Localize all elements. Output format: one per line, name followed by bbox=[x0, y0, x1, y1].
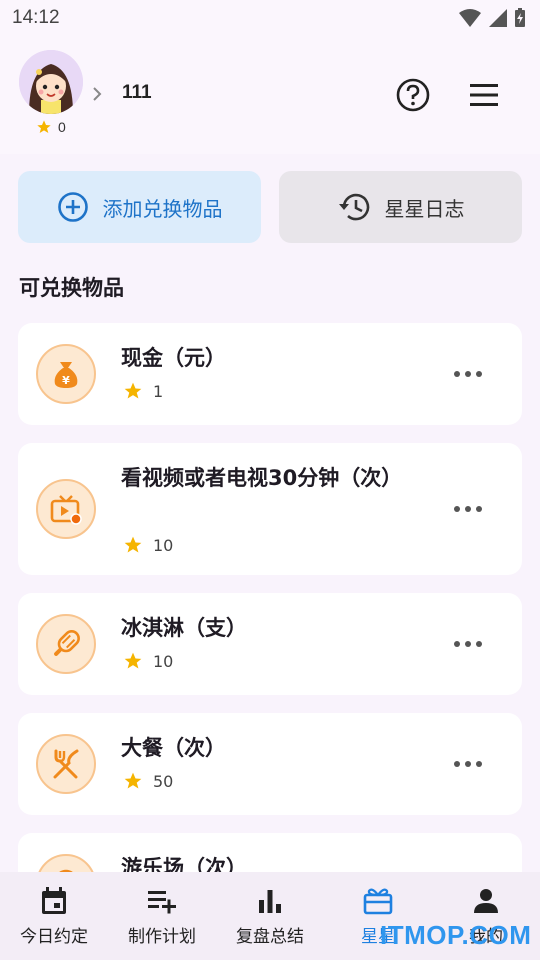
star-log-button[interactable]: 星星日志 bbox=[279, 171, 522, 243]
star-log-label: 星星日志 bbox=[384, 196, 465, 221]
wifi-icon bbox=[459, 9, 481, 27]
nav-plan[interactable]: 制作计划 bbox=[108, 872, 216, 960]
reward-card[interactable]: 大餐（次） 50 bbox=[18, 713, 522, 815]
more-options-icon[interactable] bbox=[454, 760, 482, 768]
star-icon bbox=[124, 536, 142, 553]
battery-icon bbox=[515, 8, 525, 27]
user-name[interactable]: 111 bbox=[122, 82, 152, 104]
star-count: 0 bbox=[36, 119, 66, 135]
header: 111 0 bbox=[0, 36, 540, 154]
card-stars: 50 bbox=[123, 771, 173, 791]
status-icons bbox=[458, 8, 526, 28]
card-stars: 10 bbox=[123, 535, 173, 555]
avatar[interactable] bbox=[19, 50, 83, 114]
reward-card[interactable]: 冰淇淋（支） 10 bbox=[18, 593, 522, 695]
playlist-add-icon bbox=[148, 891, 176, 914]
card-star-value: 10 bbox=[153, 535, 174, 555]
card-stars: 10 bbox=[123, 651, 173, 671]
money-bag-icon: ¥ bbox=[54, 362, 78, 388]
card-icon-wrap bbox=[36, 854, 96, 872]
tv-icon bbox=[50, 495, 82, 525]
nav-label: 今日约定 bbox=[20, 927, 88, 947]
card-star-value: 1 bbox=[153, 381, 164, 401]
card-title: 大餐（次） bbox=[121, 736, 226, 760]
star-icon bbox=[124, 382, 142, 399]
nav-label: 制作计划 bbox=[128, 927, 196, 947]
add-item-label: 添加兑换物品 bbox=[102, 196, 223, 221]
chevron-right-icon[interactable] bbox=[90, 84, 104, 104]
status-time: 14:12 bbox=[12, 7, 60, 28]
calendar-icon bbox=[42, 887, 66, 914]
card-icon-wrap bbox=[36, 614, 96, 674]
avatar-girl-icon bbox=[19, 50, 83, 114]
more-options-icon[interactable] bbox=[454, 505, 482, 513]
reward-card[interactable]: 看视频或者电视30分钟（次） 10 bbox=[18, 443, 522, 575]
ice-cream-icon bbox=[54, 630, 80, 656]
nav-label: 复盘总结 bbox=[236, 927, 304, 947]
card-star-value: 10 bbox=[153, 651, 174, 671]
nav-today[interactable]: 今日约定 bbox=[0, 872, 108, 960]
more-options-icon[interactable] bbox=[454, 640, 482, 648]
person-icon bbox=[474, 889, 498, 913]
card-title: 冰淇淋（支） bbox=[121, 616, 247, 640]
card-star-value: 50 bbox=[153, 771, 174, 791]
star-count-value: 0 bbox=[58, 119, 66, 135]
bar-chart-icon bbox=[259, 890, 281, 913]
card-title: 游乐场（次） bbox=[121, 856, 247, 872]
nav-review[interactable]: 复盘总结 bbox=[216, 872, 324, 960]
card-icon-wrap bbox=[36, 479, 96, 539]
card-title: 现金（元） bbox=[121, 346, 226, 370]
menu-icon[interactable] bbox=[468, 81, 500, 109]
svg-text:¥: ¥ bbox=[62, 374, 70, 387]
add-circle-icon bbox=[57, 192, 88, 222]
section-title: 可兑换物品 bbox=[19, 276, 124, 300]
main-content: 添加兑换物品 星星日志 可兑换物品 ¥ 现金（元） 1 看视频或者电视30分钟（… bbox=[0, 154, 540, 872]
watermark: ITMOP.COM bbox=[380, 920, 532, 950]
star-icon bbox=[37, 120, 51, 133]
gift-icon bbox=[363, 888, 393, 915]
status-bar: 14:12 bbox=[0, 0, 540, 36]
action-row: 添加兑换物品 星星日志 bbox=[18, 171, 522, 243]
card-icon-wrap: ¥ bbox=[36, 344, 96, 404]
star-icon bbox=[124, 772, 142, 789]
card-stars: 1 bbox=[123, 381, 163, 401]
reward-card[interactable]: 游乐场（次） bbox=[18, 833, 522, 872]
card-icon-wrap bbox=[36, 734, 96, 794]
star-icon bbox=[124, 652, 142, 669]
more-options-icon[interactable] bbox=[454, 370, 482, 378]
reward-card[interactable]: ¥ 现金（元） 1 bbox=[18, 323, 522, 425]
history-icon bbox=[338, 193, 369, 221]
help-icon[interactable] bbox=[395, 77, 431, 113]
add-item-button[interactable]: 添加兑换物品 bbox=[18, 171, 261, 243]
fork-knife-icon bbox=[53, 749, 79, 779]
card-title: 看视频或者电视30分钟（次） bbox=[121, 466, 403, 490]
signal-icon bbox=[489, 9, 507, 27]
